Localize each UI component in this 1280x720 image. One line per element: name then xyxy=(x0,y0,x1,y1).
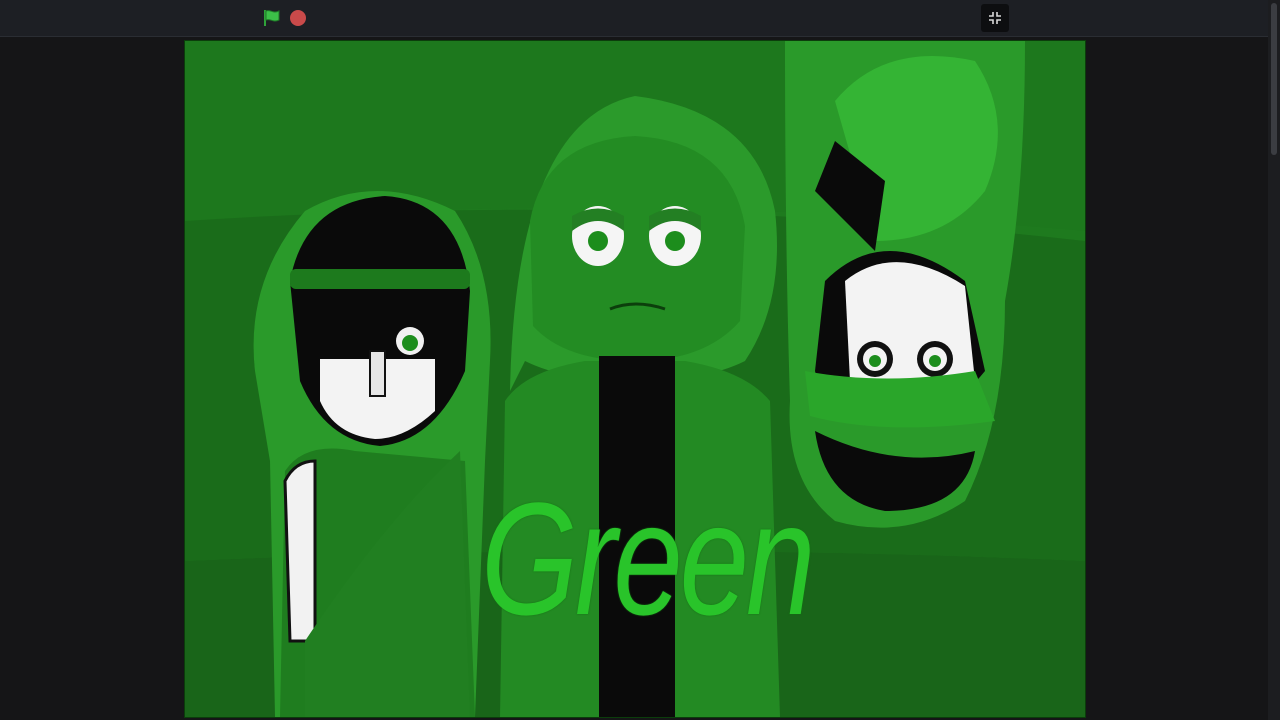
page-scrollbar[interactable] xyxy=(1268,0,1280,720)
left-character xyxy=(253,191,491,717)
stop-button[interactable] xyxy=(290,10,306,26)
project-toolbar xyxy=(0,0,1268,37)
scrollbar-thumb[interactable] xyxy=(1271,3,1277,155)
stage-title: Green xyxy=(481,469,815,648)
green-flag-icon xyxy=(264,10,280,26)
game-stage[interactable]: Green xyxy=(184,40,1086,718)
exit-fullscreen-icon xyxy=(989,12,1001,24)
green-flag-button[interactable] xyxy=(262,8,282,28)
exit-fullscreen-button[interactable] xyxy=(981,4,1009,32)
